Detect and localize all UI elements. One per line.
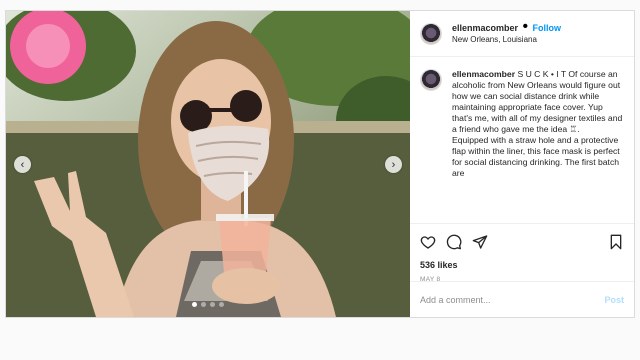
comment-icon[interactable] — [446, 234, 462, 250]
chevron-left-icon: ‹ — [20, 158, 25, 171]
chevron-right-icon: › — [391, 158, 396, 171]
carousel-dot — [219, 302, 224, 307]
caption-username[interactable]: ellenmacomber — [452, 69, 515, 79]
caption-paragraph: Equipped with a straw hole and a protect… — [452, 135, 620, 178]
photo-illustration — [6, 11, 410, 317]
post-button[interactable]: Post — [604, 295, 624, 305]
post-photo[interactable]: ‹ › — [6, 11, 410, 317]
post-sidebar: ellenmacomber • Follow New Orleans, Loui… — [410, 11, 634, 317]
action-icons — [420, 232, 624, 252]
follow-button[interactable]: Follow — [533, 23, 562, 33]
post-header: ellenmacomber • Follow New Orleans, Loui… — [410, 11, 634, 57]
instagram-post-embed: ‹ › ellenmacomber • Follow New Orleans, … — [5, 10, 635, 318]
location-link[interactable]: New Orleans, Louisiana — [452, 34, 561, 46]
separator: • — [522, 18, 529, 35]
avatar[interactable] — [420, 22, 442, 45]
comment-bar: Post — [410, 281, 634, 317]
likes-count[interactable]: 536 likes — [420, 260, 624, 270]
bookmark-icon[interactable] — [608, 234, 624, 250]
caption-area[interactable]: ellenmacomber S U C K • I T Of course an… — [410, 57, 634, 223]
comment-input[interactable] — [420, 294, 605, 305]
username-link[interactable]: ellenmacomber — [452, 23, 518, 33]
share-icon[interactable] — [472, 234, 488, 250]
heart-icon[interactable] — [420, 234, 436, 250]
caption-avatar[interactable] — [420, 69, 442, 91]
previous-slide-button[interactable]: ‹ — [14, 156, 31, 173]
next-slide-button[interactable]: › — [385, 156, 402, 173]
carousel-indicator — [192, 302, 224, 307]
carousel-dot — [210, 302, 215, 307]
caption-text: ellenmacomber S U C K • I T Of course an… — [452, 69, 624, 223]
carousel-dot — [192, 302, 197, 307]
header-text: ellenmacomber • Follow New Orleans, Loui… — [452, 18, 562, 46]
carousel-dot — [201, 302, 206, 307]
